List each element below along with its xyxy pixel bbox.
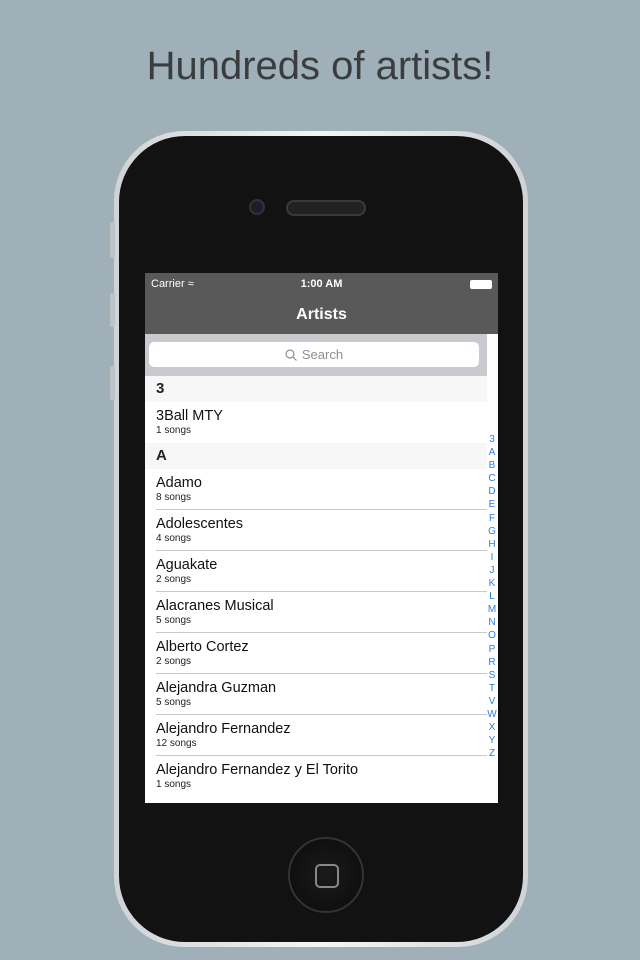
- song-count: 8 songs: [156, 492, 192, 503]
- index-letter[interactable]: E: [489, 498, 496, 511]
- mute-switch: [110, 222, 115, 258]
- screen: Carrier ≈ 1:00 AM Artists Search 3 3Ball …: [145, 273, 498, 803]
- index-letter[interactable]: C: [488, 472, 495, 485]
- index-letter[interactable]: T: [489, 682, 495, 695]
- artist-name: Adolescentes: [156, 516, 244, 532]
- artist-name: Alejandro Fernandez: [156, 721, 291, 737]
- camera-icon: [249, 199, 265, 215]
- index-letter[interactable]: R: [488, 656, 495, 669]
- index-letter[interactable]: M: [488, 603, 496, 616]
- index-letter[interactable]: L: [489, 590, 495, 603]
- index-letter[interactable]: W: [487, 708, 496, 721]
- song-count: 2 songs: [156, 656, 192, 667]
- home-square-icon: [315, 864, 339, 888]
- index-letter[interactable]: I: [491, 551, 494, 564]
- index-letter[interactable]: B: [489, 459, 496, 472]
- index-letter[interactable]: H: [488, 538, 495, 551]
- search-icon: [285, 348, 297, 361]
- index-letter[interactable]: F: [489, 512, 495, 525]
- index-letter[interactable]: P: [489, 643, 496, 656]
- index-letter[interactable]: D: [488, 485, 495, 498]
- artist-name: Adamo: [156, 475, 202, 491]
- artist-name: Alejandra Guzman: [156, 680, 277, 696]
- search-input[interactable]: Search: [149, 342, 479, 367]
- artist-row[interactable]: Alejandro Fernandez 12 songs: [145, 715, 487, 756]
- search-bar: Search: [145, 334, 487, 376]
- index-letter[interactable]: G: [488, 525, 496, 538]
- artist-name: Aguakate: [156, 557, 218, 573]
- section-header: A: [145, 443, 487, 469]
- artist-row[interactable]: 3Ball MTY 1 songs: [145, 402, 487, 443]
- artist-list: 3 3Ball MTY 1 songs A Adamo 8 songs Adolescent…: [145, 376, 498, 797]
- home-button[interactable]: [288, 837, 364, 913]
- song-count: 5 songs: [156, 697, 192, 708]
- status-time: 1:00 AM: [300, 278, 343, 290]
- index-letter[interactable]: K: [489, 577, 496, 590]
- artist-row[interactable]: Alejandra Guzman 5 songs: [145, 674, 487, 715]
- song-count: 1 songs: [156, 425, 192, 436]
- index-letter[interactable]: 3: [489, 433, 495, 446]
- search-placeholder: Search: [301, 347, 344, 362]
- headline: Hundreds of artists!: [146, 44, 494, 88]
- section-header: 3: [145, 376, 487, 402]
- artist-row[interactable]: Alberto Cortez 2 songs: [145, 633, 487, 674]
- index-letter[interactable]: Y: [489, 734, 496, 747]
- index-letter[interactable]: Z: [489, 747, 495, 760]
- volume-down-button: [110, 366, 115, 400]
- nav-title: Artists: [145, 295, 498, 334]
- artist-row[interactable]: Aguakate 2 songs: [145, 551, 487, 592]
- volume-up-button: [110, 293, 115, 327]
- artist-row[interactable]: Alejandro Fernandez y El Torito 1 songs: [145, 756, 487, 797]
- index-letter[interactable]: A: [489, 446, 496, 459]
- index-letter[interactable]: J: [490, 564, 495, 577]
- section-index: 3ABCDEFGHIJKLMNOPRSTVWXYZ: [486, 433, 498, 760]
- song-count: 4 songs: [156, 533, 192, 544]
- song-count: 1 songs: [156, 779, 192, 790]
- song-count: 12 songs: [156, 738, 197, 749]
- speaker-icon: [286, 200, 366, 216]
- artist-name: Alejandro Fernandez y El Torito: [156, 762, 359, 778]
- artist-row[interactable]: Alacranes Musical 5 songs: [145, 592, 487, 633]
- index-letter[interactable]: N: [488, 616, 495, 629]
- artist-row[interactable]: Adamo 8 songs: [145, 469, 487, 510]
- index-letter[interactable]: X: [489, 721, 496, 734]
- artist-name: Alberto Cortez: [156, 639, 249, 655]
- index-letter[interactable]: S: [489, 669, 496, 682]
- index-letter[interactable]: V: [489, 695, 496, 708]
- index-letter[interactable]: O: [488, 629, 496, 642]
- song-count: 2 songs: [156, 574, 192, 585]
- artist-row[interactable]: Adolescentes 4 songs: [145, 510, 487, 551]
- artist-name: Alacranes Musical: [156, 598, 274, 614]
- status-bar: Carrier ≈ 1:00 AM: [145, 273, 498, 295]
- song-count: 5 songs: [156, 615, 192, 626]
- artist-name: 3Ball MTY: [156, 408, 223, 424]
